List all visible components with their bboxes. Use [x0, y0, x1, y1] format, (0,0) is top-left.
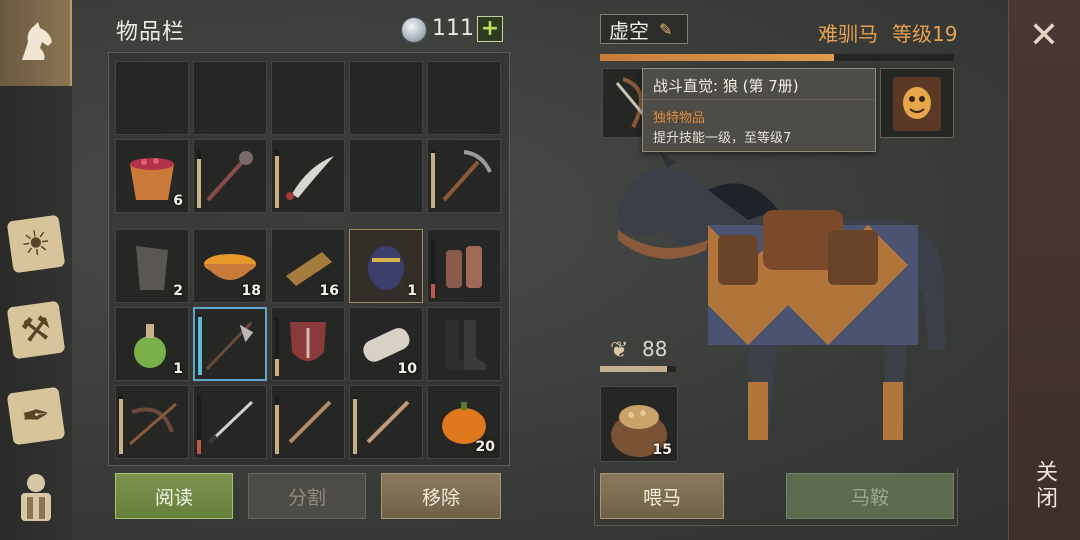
close-panel	[1008, 0, 1080, 540]
close-icon[interactable]: ✕	[1022, 16, 1066, 60]
tooltip-title: 战斗直觉: 狼 (第 7册)	[653, 77, 799, 95]
item-qty: 2	[173, 283, 183, 299]
feed-slot[interactable]: 15	[600, 386, 678, 462]
sword-icon	[278, 392, 338, 452]
nav-tab-character[interactable]	[0, 462, 72, 532]
katana-icon	[200, 392, 260, 452]
horse-name-tag[interactable]: 虚空 ✎	[600, 14, 688, 44]
inventory-grid: 6 2 18 16 1 1 10 20	[108, 52, 510, 466]
tooltip-divider	[643, 99, 875, 100]
horse-breed: 难驯马	[818, 22, 878, 46]
inventory-slot[interactable]	[271, 139, 345, 213]
backpack-icon	[10, 471, 62, 523]
currency-count: 111	[432, 16, 474, 41]
inventory-slot[interactable]	[427, 229, 501, 303]
left-nav: ☀ ⚒ ✒	[0, 0, 72, 540]
horse-food-bar	[600, 366, 676, 372]
nav-tab-horse[interactable]	[0, 0, 72, 86]
item-qty: 1	[173, 361, 183, 377]
inventory-slot[interactable]: 16	[271, 229, 345, 303]
shield-icon	[278, 314, 338, 374]
nav-tab-build[interactable]: ⚒	[0, 298, 72, 362]
close-button[interactable]: 关闭	[1030, 460, 1060, 512]
inventory-slot[interactable]: 20	[427, 385, 501, 459]
inventory-slot[interactable]	[271, 307, 345, 381]
horse-tag-label: 虚空	[609, 18, 649, 43]
item-qty: 20	[475, 439, 495, 455]
inventory-slot[interactable]: 1	[115, 307, 189, 381]
skill-book-slot[interactable]	[880, 68, 954, 138]
gem-currency-icon	[402, 18, 426, 42]
inventory-slot[interactable]	[193, 385, 267, 459]
horse-food-fill	[600, 366, 667, 372]
inventory-slot[interactable]: 2	[115, 229, 189, 303]
remove-button[interactable]: 移除	[381, 473, 501, 519]
feather-scroll-icon: ✒	[6, 386, 66, 446]
sun-book-icon: ☀	[6, 214, 66, 274]
feed-qty: 15	[652, 442, 672, 458]
saddle-button[interactable]: 马鞍	[786, 473, 954, 519]
inventory-slot[interactable]	[193, 61, 267, 135]
mace-icon	[200, 146, 260, 206]
inventory-slot[interactable]: 10	[349, 307, 423, 381]
wheat-icon: ❦	[610, 338, 629, 363]
inventory-slot[interactable]	[115, 385, 189, 459]
add-currency-button[interactable]: +	[477, 16, 503, 42]
inventory-slot[interactable]	[427, 61, 501, 135]
nav-tab-crafting[interactable]: ☀	[0, 212, 72, 276]
inventory-slot[interactable]	[349, 61, 423, 135]
horse-food-value: 88	[642, 337, 668, 361]
inventory-slot[interactable]	[115, 61, 189, 135]
gloves-icon	[434, 236, 494, 296]
hammer-map-icon: ⚒	[6, 300, 66, 360]
inventory-slot[interactable]	[193, 307, 267, 381]
boots-icon	[434, 314, 494, 374]
inventory-slot[interactable]	[349, 139, 423, 213]
tooltip-description: 提升技能一级，至等级7	[653, 131, 792, 146]
item-qty: 6	[173, 193, 183, 209]
item-qty: 10	[397, 361, 417, 377]
inventory-slot[interactable]	[349, 385, 423, 459]
inventory-slot[interactable]	[427, 307, 501, 381]
read-button[interactable]: 阅读	[115, 473, 233, 519]
horse-xp-fill	[600, 54, 834, 61]
horse-icon	[9, 17, 61, 69]
horse-level: 等级19	[892, 22, 958, 46]
inventory-title: 物品栏	[116, 20, 186, 45]
item-qty: 1	[407, 283, 417, 299]
split-button[interactable]: 分割	[248, 473, 366, 519]
inventory-slot[interactable]: 6	[115, 139, 189, 213]
item-tooltip: 战斗直觉: 狼 (第 7册) 独特物品 提升技能一级，至等级7	[642, 68, 876, 152]
inventory-slot[interactable]: 1	[349, 229, 423, 303]
inventory-slot[interactable]: 18	[193, 229, 267, 303]
nav-tab-quests[interactable]: ✒	[0, 384, 72, 448]
feed-button[interactable]: 喂马	[600, 473, 724, 519]
crossbow-icon	[122, 392, 182, 452]
item-qty: 18	[241, 283, 261, 299]
inventory-slot[interactable]	[271, 61, 345, 135]
tooltip-subtitle: 独特物品	[653, 111, 706, 126]
horse-xp-bar	[600, 54, 954, 61]
pickaxe-icon	[434, 146, 494, 206]
inventory-slot[interactable]	[427, 139, 501, 213]
inventory-slot[interactable]	[193, 139, 267, 213]
rename-feather-icon: ✎	[659, 19, 673, 39]
inventory-slot[interactable]	[271, 385, 345, 459]
longsword-icon	[356, 392, 416, 452]
item-qty: 16	[319, 283, 339, 299]
scimitar-icon	[278, 146, 338, 206]
skill-book-icon	[893, 77, 941, 131]
halberd-icon	[201, 315, 259, 373]
